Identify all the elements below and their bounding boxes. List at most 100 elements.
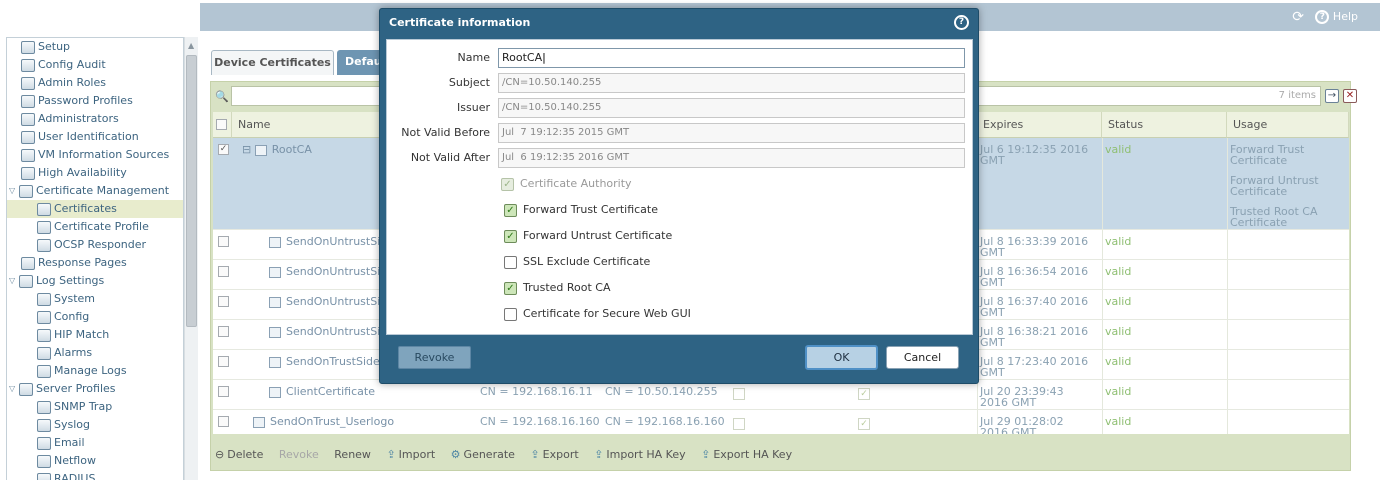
delete-button[interactable]: ⊖ Delete [215,444,263,466]
vm-sources-icon [21,148,35,162]
row-name-text: RootCA [271,143,312,156]
dialog-body: Name RootCA| Subject /CN=10.50.140.255 I… [386,39,973,335]
sidebar-item[interactable]: Config Audit [7,56,106,74]
header-select-all[interactable] [213,112,232,138]
sidebar-item[interactable]: Netflow [7,452,96,470]
export-button[interactable]: ⇪ Export [530,444,578,466]
row-expires: Jul 6 19:12:35 2016 GMT [980,143,1089,167]
sidebar-item[interactable]: HIP Match [7,326,109,344]
row-checkbox[interactable] [218,266,229,277]
sidebar-item-label: OCSP Responder [54,238,147,251]
sidebar-item-label: Netflow [54,454,96,467]
forward-untrust-checkbox[interactable]: ✓ [504,229,517,243]
not-valid-after-label: Not Valid After [410,151,490,164]
sidebar-scrollbar[interactable]: ▲ [184,37,198,480]
row-checkbox[interactable] [218,416,229,427]
expand-toggle-icon[interactable]: ▽ [9,272,19,290]
import-button[interactable]: ⇪ Import [386,444,435,466]
revoke-toolbar-button[interactable]: Revoke [279,444,319,466]
help-icon[interactable]: ? [1315,10,1330,24]
ssl-exclude-row[interactable]: SSL Exclude Certificate [504,255,650,269]
row-issuer: CN = 192.168.16.160 [605,415,725,428]
certificate-authority-checkbox: ✓ [501,177,514,191]
header-expires[interactable]: Expires [977,112,1102,138]
sidebar-item[interactable]: OCSP Responder [7,236,146,254]
sidebar-item[interactable]: VM Information Sources [7,146,169,164]
sidebar-item[interactable]: Password Profiles [7,92,133,110]
sidebar-item[interactable]: High Availability [7,164,127,182]
help-link[interactable]: Help [1333,10,1358,23]
generate-button[interactable]: ⚙ Generate [451,444,515,466]
sidebar-item[interactable]: Certificates [7,200,183,218]
select-all-checkbox[interactable] [216,119,227,130]
sidebar-item[interactable]: Certificate Profile [7,218,149,236]
sidebar-item[interactable]: RADIUS [7,470,95,480]
sidebar-item[interactable]: Manage Logs [7,362,127,380]
secure-web-gui-checkbox[interactable] [504,307,517,321]
sidebar-item[interactable]: Response Pages [7,254,127,272]
row-name: SendOnUntrustSide [269,236,394,248]
name-input[interactable]: RootCA| [498,48,965,68]
scroll-up-icon[interactable]: ▲ [188,41,194,50]
ssl-exclude-checkbox[interactable] [504,255,517,269]
row-name: SendOnUntrustSide [269,266,394,278]
sidebar-item[interactable]: Email [7,434,85,452]
forward-trust-row[interactable]: ✓ Forward Trust Certificate [504,203,658,217]
row-subject: CN = 192.168.16.11 [480,385,593,398]
secure-web-gui-row[interactable]: Certificate for Secure Web GUI [504,307,691,321]
sidebar-item[interactable]: Alarms [7,344,92,362]
sidebar-item[interactable]: System [7,290,95,308]
sidebar-item[interactable]: SNMP Trap [7,398,112,416]
sidebar-item[interactable]: User Identification [7,128,139,146]
expand-toggle-icon[interactable]: ▽ [9,182,19,200]
expand-toggle-icon[interactable]: ▽ [9,380,19,398]
server-icon [37,454,51,468]
trusted-root-ca-row[interactable]: ✓ Trusted Root CA [504,281,611,295]
sidebar-item-label: Manage Logs [54,364,127,377]
sidebar-item[interactable]: Admin Roles [7,74,106,92]
apply-filter-icon[interactable]: → [1325,89,1339,103]
sidebar-item[interactable]: Setup [7,38,70,56]
sidebar-scroll-thumb[interactable] [186,55,197,327]
revoke-button[interactable]: Revoke [398,346,471,369]
header-status[interactable]: Status [1102,112,1227,138]
collapse-icon[interactable]: ⊟ [242,143,255,156]
subject-label: Subject [448,76,490,89]
row-checkbox[interactable] [218,356,229,367]
row-status: valid [1105,415,1132,428]
row-status: valid [1105,265,1132,278]
forward-untrust-row[interactable]: ✓ Forward Untrust Certificate [504,229,672,243]
sidebar-item-label: Log Settings [36,274,105,287]
row-checkbox[interactable]: ✓ [218,144,229,155]
table-row[interactable]: SendOnTrust_Userlogo CN = 192.168.16.160 C… [213,410,1349,434]
sidebar-item[interactable]: Syslog [7,416,90,434]
column-divider [977,380,978,409]
refresh-icon[interactable]: ⟳ [1292,9,1304,25]
sidebar-item[interactable]: ▽ Server Profiles [7,380,116,398]
row-checkbox[interactable] [218,236,229,247]
row-checkbox[interactable] [218,326,229,337]
key-checkbox: ✓ [858,388,870,400]
server-icon [37,418,51,432]
trusted-root-ca-checkbox[interactable]: ✓ [504,281,517,295]
sidebar-item[interactable]: Config [7,308,89,326]
forward-trust-checkbox[interactable]: ✓ [504,203,517,217]
sidebar-item[interactable]: ▽ Log Settings [7,272,104,290]
import-icon: ⇪ [386,448,396,461]
import-ha-key-button[interactable]: ⇪ Import HA Key [594,444,685,466]
export-ha-key-button[interactable]: ⇪ Export HA Key [701,444,792,466]
renew-button[interactable]: Renew [334,444,371,466]
clear-filter-icon[interactable]: ✕ [1343,89,1357,103]
header-usage[interactable]: Usage [1227,112,1349,138]
row-checkbox[interactable] [218,386,229,397]
dialog-help-icon[interactable]: ? [954,15,969,30]
sidebar-item[interactable]: Administrators [7,110,119,128]
row-name: ⊟ RootCA [242,144,312,156]
ok-button[interactable]: OK [805,345,878,370]
row-checkbox[interactable] [218,296,229,307]
table-row[interactable]: ClientCertificate CN = 192.168.16.11 CN = … [213,380,1349,410]
cancel-button[interactable]: Cancel [886,346,959,369]
sidebar-item[interactable]: ▽ Certificate Management [7,182,169,200]
tab-device-certificates[interactable]: Device Certificates [211,50,334,75]
row-name: SendOnUntrustSide [269,326,394,338]
